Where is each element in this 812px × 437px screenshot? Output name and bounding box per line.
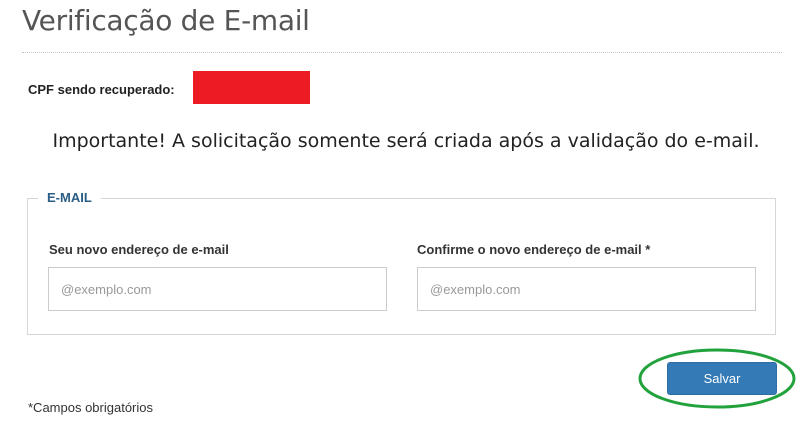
new-email-label: Seu novo endereço de e-mail (49, 242, 229, 257)
cpf-redaction-box (193, 71, 310, 104)
cpf-label: CPF sendo recuperado: (28, 82, 175, 97)
important-notice: Importante! A solicitação somente será c… (52, 130, 760, 152)
email-fieldset-legend: E-MAIL (38, 190, 101, 205)
confirm-email-label: Confirme o novo endereço de e-mail * (417, 242, 651, 257)
email-verification-page: Verificação de E-mail CPF sendo recupera… (0, 0, 812, 437)
save-button[interactable]: Salvar (667, 362, 777, 395)
new-email-input[interactable] (48, 267, 387, 311)
confirm-email-input[interactable] (417, 267, 756, 311)
required-fields-note: *Campos obrigatórios (28, 400, 154, 415)
title-divider (22, 52, 782, 53)
page-title: Verificação de E-mail (22, 4, 310, 37)
